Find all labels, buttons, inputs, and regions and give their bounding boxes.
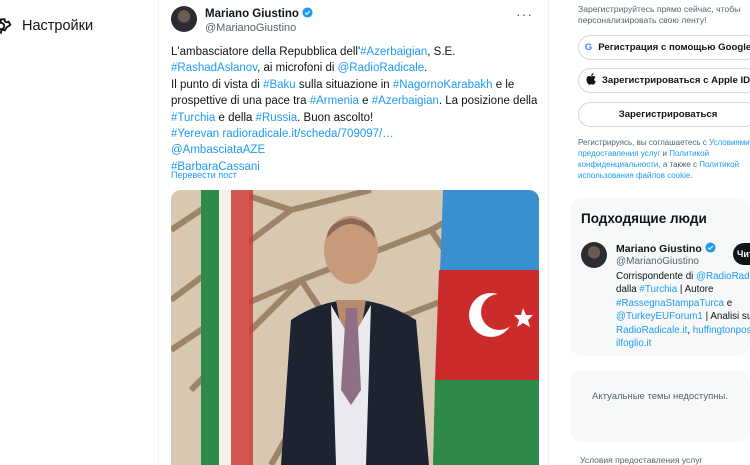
url-link[interactable]: RadioRadicale.it: [616, 325, 687, 336]
person-name-row[interactable]: Mariano Giustino: [616, 242, 716, 255]
url-link[interactable]: huffingtonpost.it: [693, 325, 750, 336]
register-label: Зарегистрироваться: [618, 109, 718, 120]
terms-text: .: [690, 171, 693, 180]
nav-settings-label: Настройки: [22, 18, 94, 34]
person-avatar[interactable]: [581, 242, 607, 268]
bio-text: dalla: [616, 284, 640, 296]
tweet-text-segment: . La posizione della: [438, 95, 538, 108]
tweet-text-segment: L'ambasciatore della Repubblica dell': [171, 46, 361, 58]
tweet-text-segment: , S.E.: [427, 46, 456, 58]
apple-signup-label: Зарегистрироваться с Apple ID: [601, 75, 750, 86]
more-options-icon[interactable]: ···: [516, 6, 533, 22]
terms-text: Регистрируясь, вы соглашаетесь с: [578, 138, 709, 147]
tweet-text-segment: e: [358, 95, 372, 108]
right-sidebar: Зарегистрируйтесь прямо сейчас, чтобы пе…: [570, 0, 750, 465]
mention-link[interactable]: @AmbasciataAZE: [171, 144, 265, 156]
bio-text: | Analisi su: [702, 311, 750, 323]
tweet-column: Mariano Giustino @MarianoGiustino ··· L'…: [158, 0, 549, 465]
relevant-people-panel: Подходящие люди Mariano Giustino @Marian…: [570, 198, 750, 356]
translate-post-link[interactable]: Перевести пост: [171, 170, 237, 180]
author-avatar[interactable]: [171, 6, 197, 32]
author-name[interactable]: Mariano Giustino: [205, 8, 299, 20]
register-button[interactable]: Зарегистрироваться: [578, 102, 750, 127]
hashtag-link[interactable]: #Azerbaigian: [372, 95, 439, 107]
tweet-image[interactable]: [171, 190, 539, 465]
bio-text: Corrispondente di: [616, 271, 697, 282]
hashtag-link[interactable]: #Armenia: [310, 95, 359, 107]
hashtag-link[interactable]: #Azerbaigian: [360, 46, 427, 58]
tweet-text-segment: e della: [215, 111, 256, 124]
tweet-header: Mariano Giustino @MarianoGiustino ···: [171, 6, 541, 36]
bio-text: e: [724, 297, 733, 309]
tweet-text: L'ambasciatore della Repubblica dell'#Az…: [171, 44, 543, 175]
person-bio: Corrispondente di @RadioRadicale dalla #…: [616, 270, 750, 350]
author-name-row[interactable]: Mariano Giustino: [205, 7, 313, 20]
signup-terms: Регистрируясь, вы соглашаетесь с Условия…: [578, 137, 750, 181]
hashtag-link[interactable]: #Yerevan: [171, 128, 219, 140]
google-icon: G: [584, 42, 593, 53]
terms-text: и: [660, 149, 670, 158]
tweet-text-segment: . Buon ascolto!: [297, 111, 374, 124]
signup-prompt: Зарегистрируйтесь прямо сейчас, чтобы пе…: [578, 4, 741, 25]
tweet-text-segment: , ai microfoni di: [257, 62, 338, 75]
hashtag-link[interactable]: #Baku: [263, 79, 296, 91]
gear-icon: [0, 12, 12, 40]
trends-unavailable-text: Актуальные темы недоступны.: [592, 391, 728, 402]
mention-link[interactable]: @RadioRadicale: [696, 271, 750, 282]
url-link[interactable]: radioradicale.it/scheda/709097/…: [222, 128, 393, 140]
apple-icon: [586, 73, 596, 88]
left-navigation: Настройки: [0, 0, 158, 465]
relevant-people-title: Подходящие люди: [581, 211, 707, 226]
apple-signup-button[interactable]: Зарегистрироваться с Apple ID: [578, 68, 750, 93]
footer-terms-link[interactable]: Условия предоставления услуг: [580, 455, 703, 465]
person-handle[interactable]: @MarianoGiustino: [616, 256, 699, 267]
mention-link[interactable]: @TurkeyEUForum1: [616, 311, 703, 322]
hashtag-link[interactable]: #Turchia: [171, 112, 215, 124]
follow-button[interactable]: Читать: [733, 243, 750, 265]
hashtag-link[interactable]: #Turchia: [639, 284, 677, 295]
mention-link[interactable]: @RadioRadicale: [338, 62, 424, 74]
tweet-text-segment: .: [424, 62, 428, 75]
nav-item-settings[interactable]: Настройки: [0, 12, 93, 40]
bio-text: | Autore: [677, 284, 714, 296]
terms-text: , а также с: [658, 160, 700, 169]
person-name[interactable]: Mariano Giustino: [616, 243, 702, 255]
tweet-text-segment: sulla situazione in: [295, 78, 393, 91]
hashtag-link[interactable]: #NagornoKarabakh: [393, 79, 493, 91]
author-handle[interactable]: @MarianoGiustino: [205, 22, 296, 34]
google-signup-label: Регистрация с помощью Google: [598, 42, 750, 53]
hashtag-link[interactable]: #RashadAslanov: [171, 62, 257, 74]
hashtag-link[interactable]: #Russia: [256, 112, 298, 124]
hashtag-link[interactable]: #RassegnaStampaTurca: [616, 298, 724, 309]
google-signup-button[interactable]: G Регистрация с помощью Google: [578, 35, 750, 60]
trends-panel: Актуальные темы недоступны.: [570, 370, 750, 442]
tweet-photo-illustration: [171, 190, 539, 465]
verified-badge-icon: [302, 7, 313, 18]
verified-badge-icon: [705, 242, 716, 253]
url-link[interactable]: ilfoglio.it: [616, 338, 651, 349]
tweet-text-segment: Il punto di vista di: [171, 78, 264, 91]
signup-panel: Зарегистрируйтесь прямо сейчас, чтобы пе…: [570, 0, 750, 180]
